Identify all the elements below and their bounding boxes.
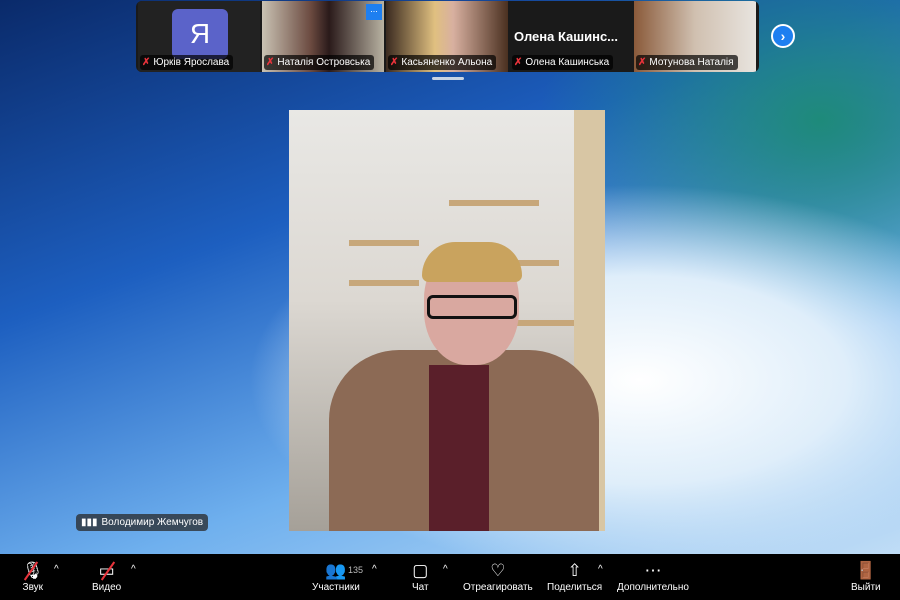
participant-display-name: Олена Кашинс... bbox=[514, 29, 619, 44]
react-label: Отреагировать bbox=[463, 582, 533, 593]
audio-options-caret[interactable]: ^ bbox=[54, 564, 59, 575]
strip-resize-handle[interactable] bbox=[432, 77, 464, 80]
video-button[interactable]: ▭Видео bbox=[92, 560, 121, 593]
participant-tile[interactable]: Олена Кашинс... ✗ Олена Кашинська bbox=[510, 1, 632, 72]
participant-name: Наталія Островська bbox=[277, 57, 371, 68]
participant-name: Олена Кашинська bbox=[525, 57, 610, 68]
speaker-name-label: ▮▮▮ Володимир Жемчугов bbox=[76, 514, 209, 531]
mic-off-icon: ✗ bbox=[390, 57, 399, 68]
participant-tile[interactable]: ✗ Мотунова Наталія bbox=[634, 1, 756, 72]
mic-muted-icon: 🎙 bbox=[22, 561, 44, 581]
heart-icon: ♡ bbox=[490, 561, 506, 580]
participant-tile[interactable]: ✗ Касьяненко Альона bbox=[386, 1, 508, 72]
video-options-caret[interactable]: ^ bbox=[131, 564, 136, 575]
mic-off-icon: ✗ bbox=[266, 57, 275, 68]
share-options-caret[interactable]: ^ bbox=[598, 564, 603, 575]
video-off-icon: ▭ bbox=[99, 560, 115, 582]
more-button[interactable]: ⋯ Дополнительно bbox=[617, 560, 689, 593]
share-button[interactable]: ⇧ Поделиться bbox=[547, 560, 602, 593]
signal-icon: ▮▮▮ bbox=[81, 517, 98, 528]
mic-off-icon: ✗ bbox=[514, 57, 523, 68]
audio-button[interactable]: 🎙 Звук bbox=[22, 560, 44, 593]
chat-icon: ▢ bbox=[412, 561, 429, 580]
participants-count: 135 bbox=[348, 565, 364, 575]
participant-name: Касьяненко Альона bbox=[401, 57, 493, 68]
share-screen-icon: ⇧ bbox=[567, 561, 582, 580]
chat-button[interactable]: ▢ Чат bbox=[412, 560, 429, 593]
leave-label: Выйти bbox=[851, 582, 881, 593]
mic-off-icon: ✗ bbox=[142, 57, 151, 68]
participant-name: Мотунова Наталія bbox=[649, 57, 734, 68]
video-label: Видео bbox=[92, 582, 122, 593]
chat-label: Чат bbox=[412, 582, 429, 593]
active-speaker-video bbox=[289, 110, 605, 531]
leave-button[interactable]: 🚪 Выйти bbox=[851, 560, 881, 593]
mic-off-icon: ✗ bbox=[638, 57, 647, 68]
meeting-toolbar: 🎙Звук ^ ▭Видео ^ 👥 Участники 135 ^ ▢ Чат ^… bbox=[0, 554, 900, 600]
more-label: Дополнительно bbox=[617, 582, 689, 593]
speaker-name: Володимир Жемчугов bbox=[101, 517, 204, 528]
react-button[interactable]: ♡ Отреагировать bbox=[463, 560, 533, 593]
participants-icon: 👥 bbox=[325, 561, 347, 580]
participants-label: Участники bbox=[312, 582, 360, 593]
audio-label: Звук bbox=[22, 582, 44, 593]
participant-name: Юрків Ярослава bbox=[153, 57, 230, 68]
participant-tile[interactable]: ... ✗ Наталія Островська bbox=[262, 1, 384, 72]
participants-options-caret[interactable]: ^ bbox=[372, 564, 377, 575]
participant-strip: Я ✗ Юрків Ярослава ... ✗ Наталія Островськ… bbox=[136, 1, 759, 72]
share-label: Поделиться bbox=[547, 582, 603, 593]
participant-tile[interactable]: Я ✗ Юрків Ярослава bbox=[138, 1, 260, 72]
more-icon: ⋯ bbox=[644, 561, 662, 580]
next-page-button[interactable]: › bbox=[771, 24, 795, 48]
more-options-button[interactable]: ... bbox=[366, 4, 382, 20]
exit-icon: 🚪 bbox=[855, 561, 877, 580]
chat-options-caret[interactable]: ^ bbox=[443, 564, 448, 575]
avatar: Я bbox=[172, 9, 228, 59]
